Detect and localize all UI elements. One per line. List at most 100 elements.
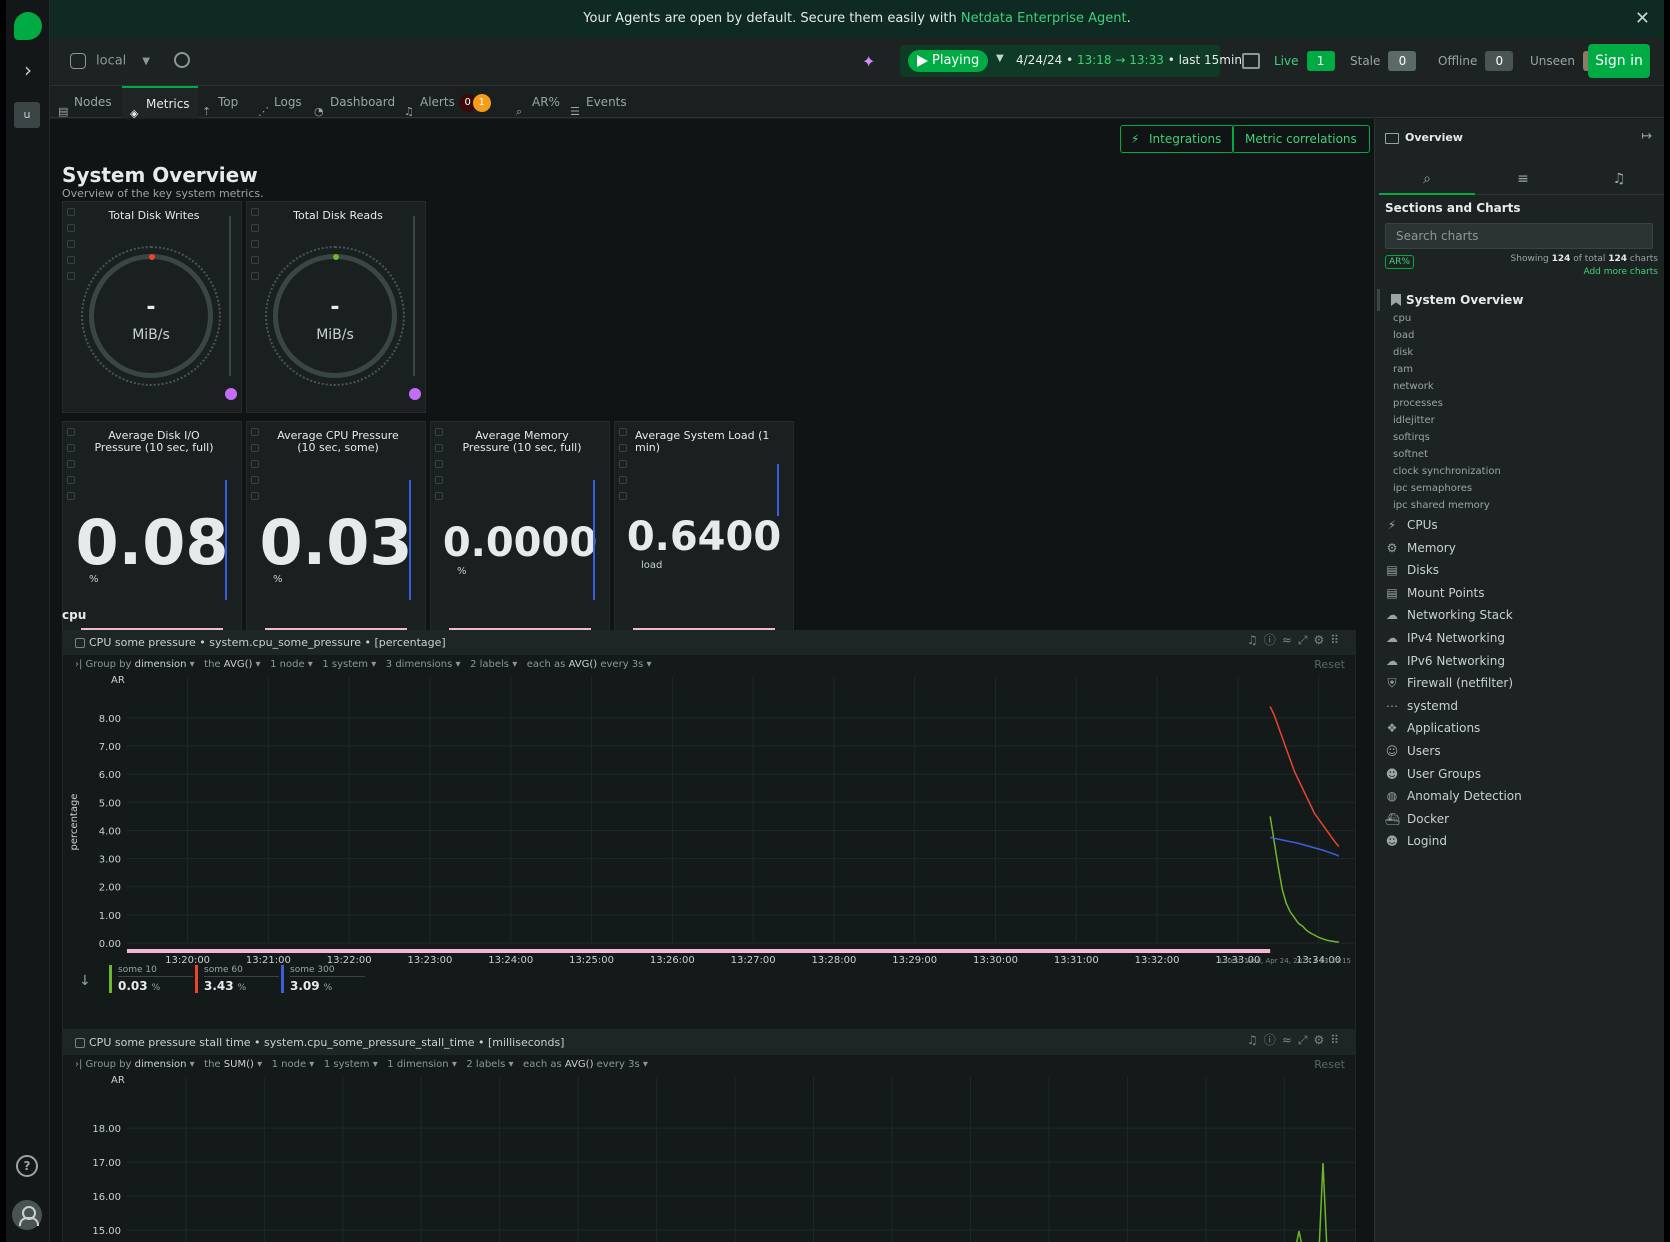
tab-label: AR% [532,95,560,109]
gauge-card-disk-writes[interactable]: Total Disk Writes - MiB/s [62,201,242,413]
stat-offline[interactable]: Offline 0 [1438,50,1514,72]
stat-stale[interactable]: Stale 0 [1350,50,1417,72]
sidebar-item-users[interactable]: ☺ Users [1385,743,1441,759]
stat-live[interactable]: Live 1 [1274,50,1335,72]
legend-unit: % [237,983,247,993]
search-charts-input[interactable]: Search charts [1385,223,1653,249]
space-name: local [96,53,127,69]
number-card-system-load[interactable]: Average System Load (1 min) 0.6400 load [614,421,794,637]
legend-item[interactable]: some 10 0.03% [109,965,193,993]
help-icon[interactable]: ? [16,1155,38,1177]
x-tick-label: 13:23:00 [407,955,452,966]
plug-icon: ⚡ [1131,132,1140,146]
expand-rail-icon[interactable]: › [16,58,40,82]
cloud-icon: ☁ [1386,653,1398,668]
legend-item[interactable]: some 300 3.09% [281,965,365,993]
tab-nodes[interactable]: ▤ Nodes [58,86,112,118]
netdata-logo-icon[interactable] [14,12,42,40]
chart-cpu-stall-time[interactable]: AR 18.00 17.00 16.00 15.00 [63,1031,1357,1242]
sidebar-subitem-ipc-shared-memory[interactable]: ipc shared memory [1393,500,1490,511]
chart-panel-cpu-some-pressure[interactable]: CPU some pressure • system.cpu_some_pres… [62,630,1356,1030]
sidebar-subitem-softirqs[interactable]: softirqs [1393,432,1430,443]
anomaly-icon[interactable] [225,388,237,400]
y-tick-label: 3.00 [99,855,121,866]
sidebar-subitem-network[interactable]: network [1393,381,1434,392]
sidebar-item-user-groups[interactable]: ☻ User Groups [1385,766,1481,782]
chevron-down-icon[interactable]: ▼ [996,53,1004,64]
add-more-charts-link[interactable]: Add more charts [1583,267,1658,277]
ar-label: AR [111,675,125,686]
sidebar-subitem-processes[interactable]: processes [1393,398,1443,409]
lightbulb-icon[interactable]: ✦ [862,52,876,71]
sidebar-item-logind[interactable]: ☻ Logind [1385,833,1447,849]
sidebar-item-mount-points[interactable]: ▤ Mount Points [1385,585,1484,601]
gear-icon[interactable] [174,52,190,68]
sidebar-tab-charts-icon[interactable]: ⌕ [1379,163,1475,195]
gauge-value: - [146,295,156,320]
sidebar-tab-alerts-icon[interactable]: ♫ [1571,163,1664,195]
ar-chip[interactable]: AR% [1385,255,1414,269]
tab-metrics[interactable]: ◈ Metrics [122,86,198,120]
legend-item[interactable]: some 60 3.43% [195,965,279,993]
card-toolbar [619,428,629,508]
sidebar-tab-filter-icon[interactable]: ≡ [1475,163,1571,195]
sidebar-subitem-cpu[interactable]: cpu [1393,313,1411,324]
space-avatar[interactable]: u [14,102,40,128]
time-range[interactable]: 4/24/24 • 13:18 → 13:33 • last 15min [1016,53,1242,67]
sign-in-button[interactable]: Sign in [1588,44,1650,78]
banner-link[interactable]: Netdata Enterprise Agent [961,11,1127,26]
sidebar-subitem-softnet[interactable]: softnet [1393,449,1428,460]
nodes-icon[interactable] [1242,53,1260,69]
number-card-memory-pressure[interactable]: Average Memory Pressure (10 sec, full) 0… [430,421,610,637]
anomaly-icon[interactable] [409,388,421,400]
sidebar-item-applications[interactable]: ❖ Applications [1385,720,1481,736]
sidebar-subitem-clock-synchronization[interactable]: clock synchronization [1393,466,1501,477]
sidebar-subitem-ram[interactable]: ram [1393,364,1413,375]
tab-events[interactable]: ☰ Events [570,86,627,118]
sidebar-item-systemd[interactable]: ⋯ systemd [1385,698,1458,714]
arrow-down-icon[interactable]: ↓ [79,973,91,989]
showing-mid: of total [1570,254,1609,264]
tab-label: Top [218,95,239,109]
stat-count: 0 [1388,51,1417,71]
sidebar-subitem-load[interactable]: load [1393,330,1414,341]
tab-ar[interactable]: ⌕ AR% [516,86,560,118]
close-icon[interactable]: ✕ [1635,0,1650,37]
number-card-disk-pressure[interactable]: Average Disk I/O Pressure (10 sec, full)… [62,421,242,637]
sidebar-item-memory[interactable]: ⚙ Memory [1385,540,1456,556]
number-card-cpu-pressure[interactable]: Average CPU Pressure (10 sec, some) 0.03… [246,421,426,637]
sidebar-item-networking-stack[interactable]: ☁ Networking Stack [1385,607,1513,623]
sidebar-item-anomaly-detection[interactable]: ◍ Anomaly Detection [1385,788,1522,804]
sidebar-item-ipv4-networking[interactable]: ☁ IPv4 Networking [1385,630,1505,646]
profile-icon[interactable] [12,1200,42,1230]
tab-dashboard[interactable]: ◔ Dashboard [314,86,395,118]
tab-top[interactable]: ⇡ Top [202,86,238,118]
play-button[interactable]: Playing [908,50,988,72]
sidebar-item-ipv6-networking[interactable]: ☁ IPv6 Networking [1385,653,1505,669]
sidebar-item-docker[interactable]: ⛴ Docker [1385,811,1449,827]
tab-alerts[interactable]: ♫ Alerts 01 [404,86,491,118]
metric-correlations-button[interactable]: Metric correlations [1232,125,1370,153]
legend-unit: % [151,983,161,993]
integrations-button[interactable]: ⚡ Integrations [1120,125,1235,153]
number-title: Average System Load (1 min) [635,429,770,454]
chart-panel-cpu-stall-time[interactable]: CPU some pressure stall time • system.cp… [62,1030,1356,1242]
sidebar-subitem-idlejitter[interactable]: idlejitter [1393,415,1435,426]
sidebar-subitem-ipc-semaphores[interactable]: ipc semaphores [1393,483,1472,494]
space-selector[interactable]: local ▼ [70,53,150,69]
sidebar-item-cpus[interactable]: ⚡ CPUs [1385,517,1438,533]
card-toolbar [67,208,77,288]
collapse-sidebar-icon[interactable]: ↦ [1641,129,1652,144]
section-heading-cpu: cpu [62,608,87,622]
showing-number: 124 [1551,254,1571,264]
sidebar-item-disks[interactable]: ▤ Disks [1385,562,1439,578]
sidebar-subitem-disk[interactable]: disk [1393,347,1413,358]
gauge-card-disk-reads[interactable]: Total Disk Reads - MiB/s [246,201,426,413]
tab-logs[interactable]: ⋰ Logs [258,86,302,118]
alert-warning-badge[interactable]: 1 [472,93,491,112]
y-tick-label: 0.00 [99,939,121,950]
sidebar-item-firewall-netfilter[interactable]: ⛨ Firewall (netfilter) [1385,675,1513,691]
tree-system-overview[interactable]: System Overview [1377,289,1523,311]
stat-label: Live [1274,54,1299,68]
x-tick-label: 13:25:00 [569,955,614,966]
